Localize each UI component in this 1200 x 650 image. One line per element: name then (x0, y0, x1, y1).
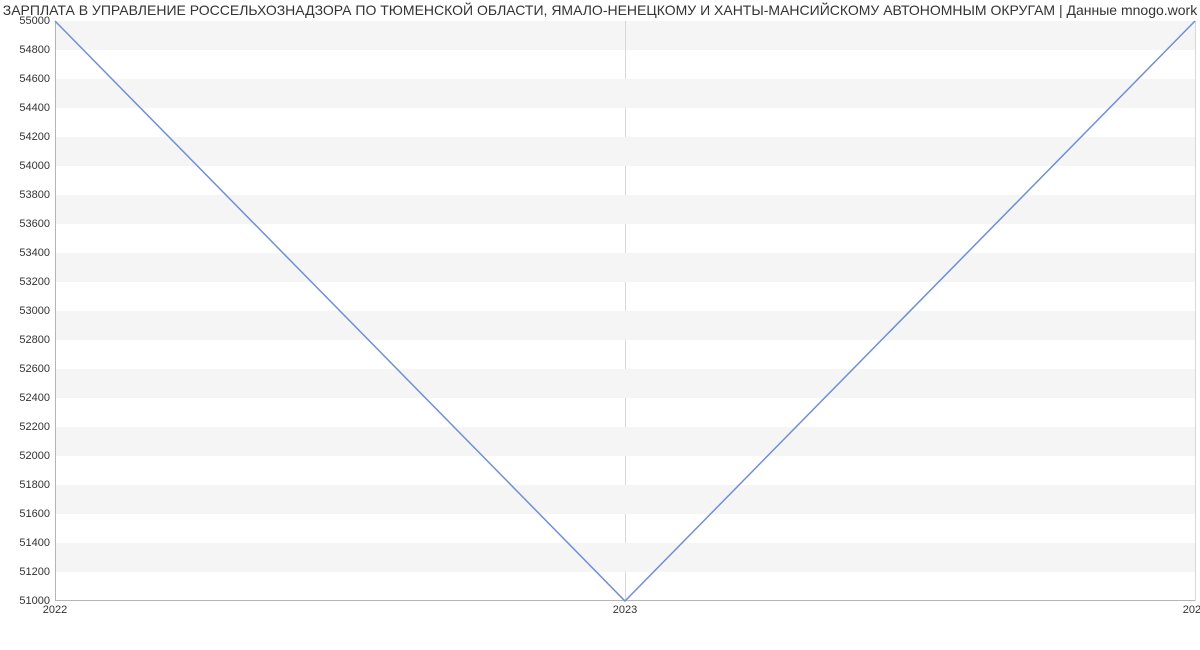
y-tick-label: 51200 (0, 566, 50, 578)
plot-area (55, 21, 1195, 601)
y-tick-label: 51800 (0, 479, 50, 491)
y-tick-label: 52800 (0, 334, 50, 346)
chart-title: ЗАРПЛАТА В УПРАВЛЕНИЕ РОССЕЛЬХОЗНАДЗОРА … (0, 0, 1200, 20)
y-tick-label: 54800 (0, 44, 50, 56)
y-tick-label: 54200 (0, 131, 50, 143)
y-tick-label: 52200 (0, 421, 50, 433)
x-tick-label: 2022 (43, 604, 67, 616)
y-tick-label: 53400 (0, 247, 50, 259)
y-tick-label: 51600 (0, 508, 50, 520)
y-tick-label: 55000 (0, 15, 50, 27)
chart-area: 5100051200514005160051800520005220052400… (0, 18, 1200, 638)
y-tick-label: 53000 (0, 305, 50, 317)
y-tick-label: 54000 (0, 160, 50, 172)
y-tick-label: 51400 (0, 537, 50, 549)
y-tick-label: 54600 (0, 73, 50, 85)
y-tick-label: 52600 (0, 363, 50, 375)
y-tick-label: 53600 (0, 218, 50, 230)
y-tick-label: 54400 (0, 102, 50, 114)
y-tick-label: 53200 (0, 276, 50, 288)
y-tick-label: 52400 (0, 392, 50, 404)
vgrid-line (1195, 21, 1196, 601)
x-tick-label: 2023 (613, 604, 637, 616)
x-tick-label: 2024 (1183, 604, 1200, 616)
data-line (55, 21, 1195, 601)
y-tick-label: 53800 (0, 189, 50, 201)
y-tick-label: 52000 (0, 450, 50, 462)
